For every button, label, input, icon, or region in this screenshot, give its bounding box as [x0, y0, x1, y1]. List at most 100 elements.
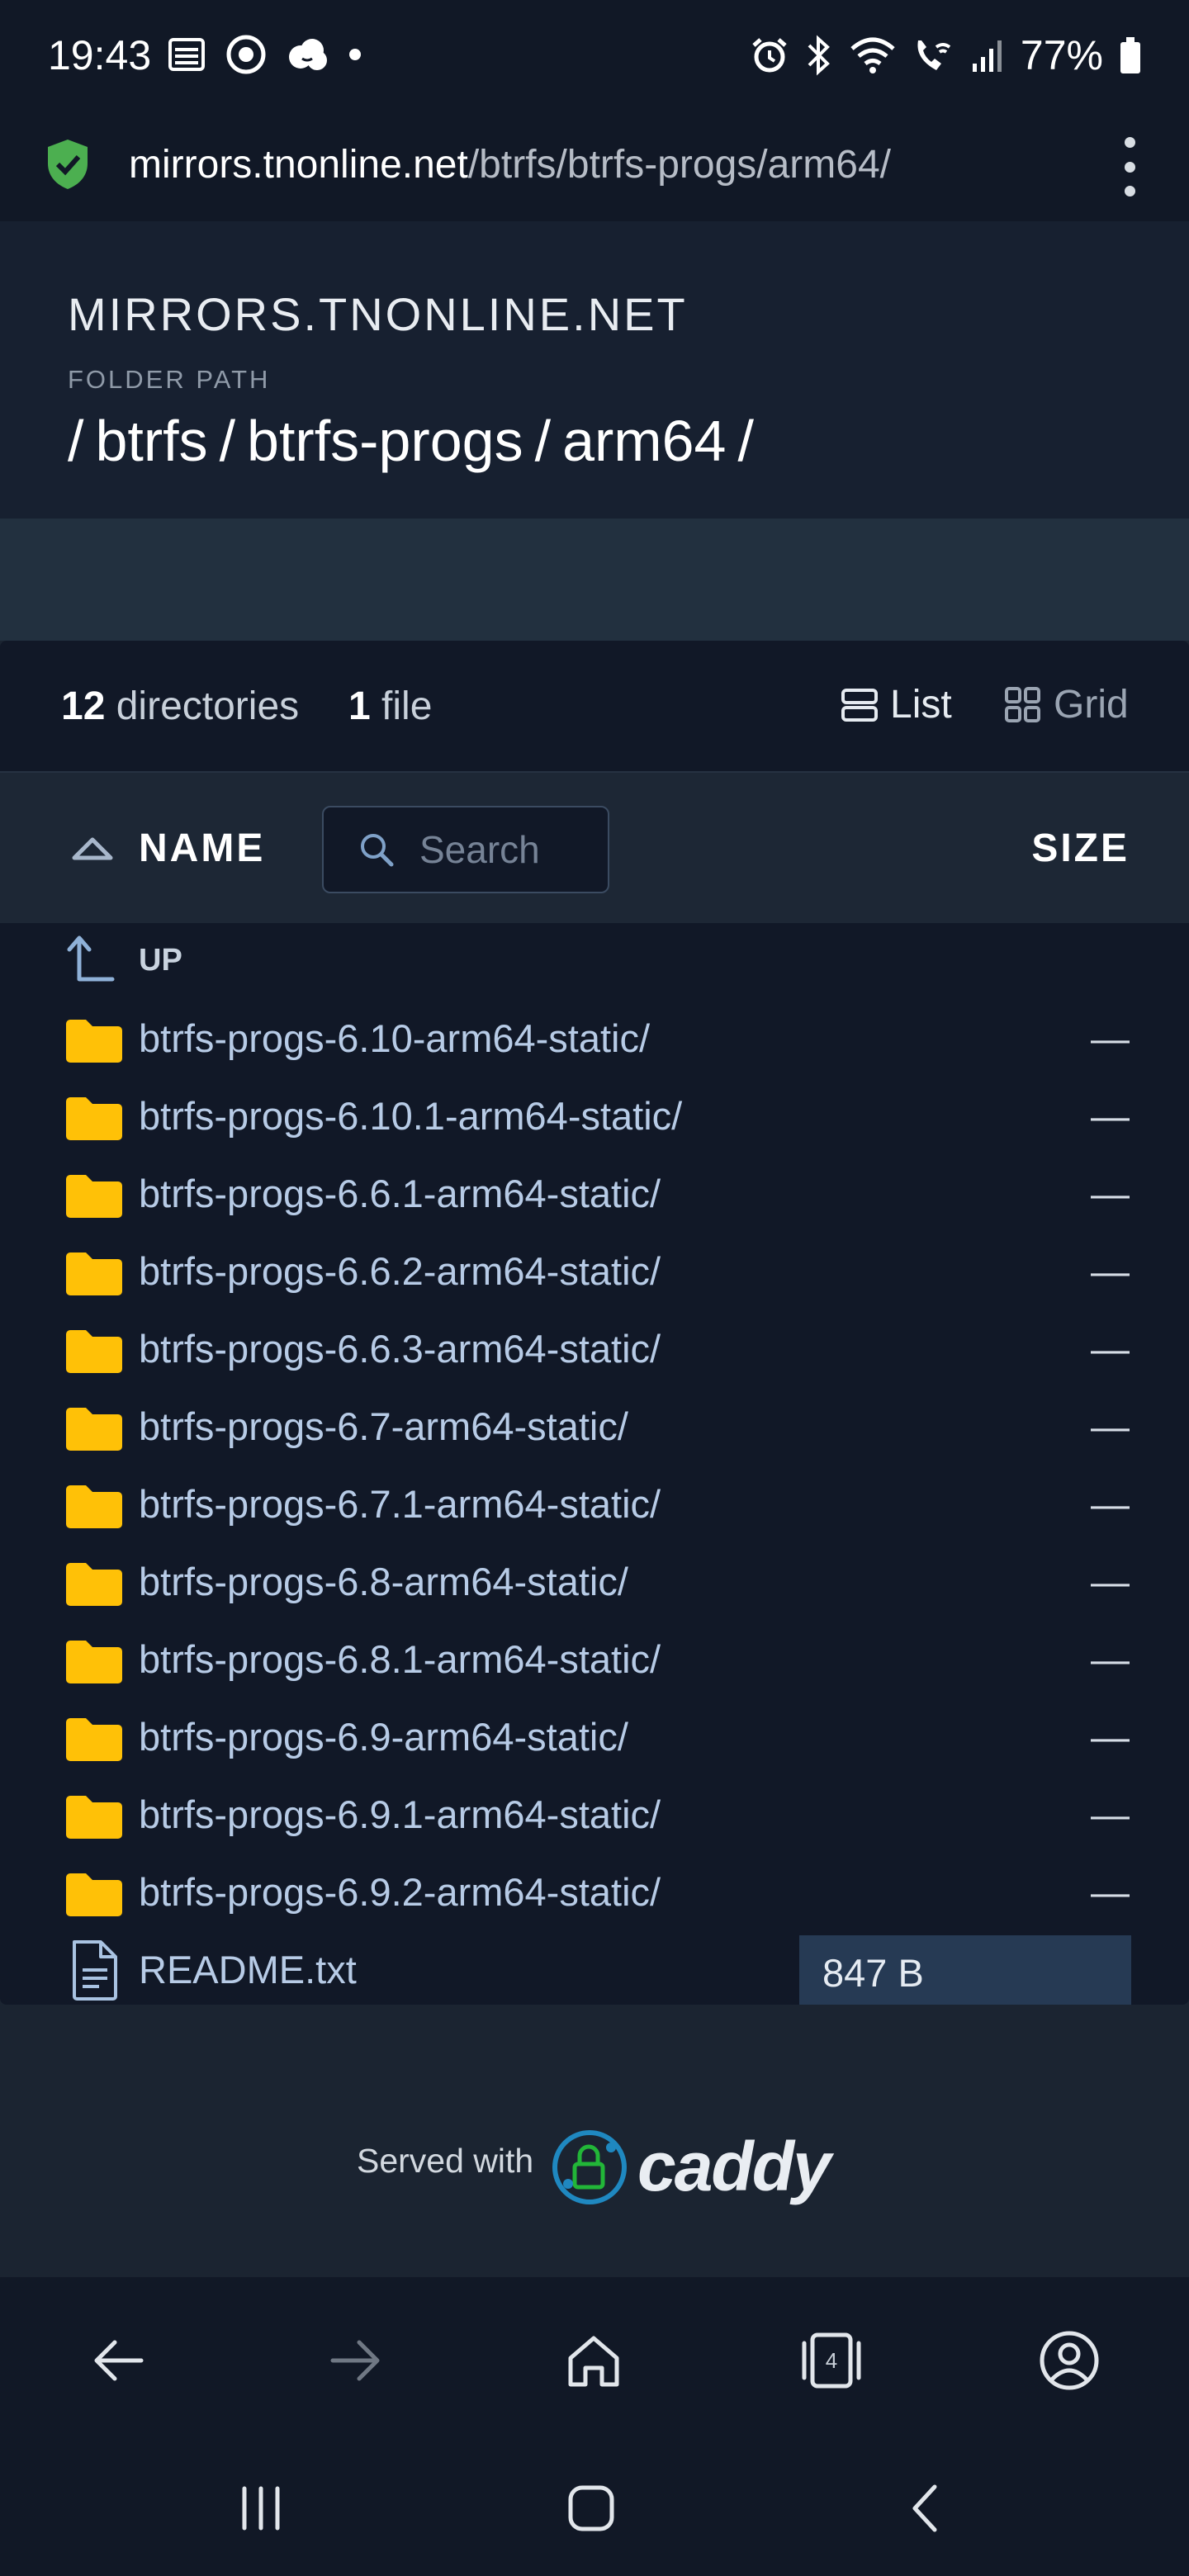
- directory-row[interactable]: btrfs-progs-6.8.1-arm64-static/ —: [0, 1622, 1189, 1699]
- directory-row[interactable]: btrfs-progs-6.9-arm64-static/ —: [0, 1699, 1189, 1777]
- cloud-icon: [289, 39, 327, 70]
- arrow-right-icon: [330, 2340, 380, 2381]
- list-view-label: List: [890, 683, 952, 727]
- home-icon: [568, 2336, 619, 2387]
- home-button[interactable]: [557, 2323, 631, 2398]
- directory-link[interactable]: btrfs-progs-6.9.2-arm64-static/: [139, 1869, 661, 1915]
- browser-toolbar: 4: [0, 2277, 1189, 2442]
- folder-icon: [66, 1485, 122, 1528]
- directory-link[interactable]: btrfs-progs-6.8-arm64-static/: [139, 1559, 628, 1604]
- directory-row[interactable]: btrfs-progs-6.9.2-arm64-static/ —: [0, 1854, 1189, 1932]
- size-value: —: [1091, 1327, 1130, 1371]
- home-square-icon: [568, 2485, 614, 2531]
- directory-link[interactable]: btrfs-progs-6.6.2-arm64-static/: [139, 1248, 661, 1294]
- status-right-icons: 77%: [750, 31, 1143, 79]
- grid-view-button[interactable]: Grid: [1004, 682, 1129, 727]
- directory-link[interactable]: btrfs-progs-6.10-arm64-static/: [139, 1016, 650, 1061]
- url-path: /btrfs/btrfs-progs/arm64/: [467, 143, 891, 187]
- tab-count: 4: [825, 2347, 838, 2373]
- served-with-text: Served with: [357, 2142, 534, 2180]
- folder-path-label: FOLDER PATH: [68, 365, 271, 394]
- directory-row[interactable]: btrfs-progs-6.9.1-arm64-static/ —: [0, 1777, 1189, 1854]
- parent-directory-link[interactable]: UP: [0, 923, 1189, 1001]
- directory-row[interactable]: btrfs-progs-6.8-arm64-static/ —: [0, 1544, 1189, 1622]
- circle-icon: [226, 35, 266, 74]
- folder-icon: [66, 1408, 122, 1451]
- bluetooth-icon: [808, 35, 830, 76]
- forward-button[interactable]: [319, 2323, 393, 2398]
- size-column-header[interactable]: SIZE: [1031, 826, 1130, 871]
- account-button[interactable]: [1032, 2323, 1106, 2398]
- folder-icon: [66, 1718, 122, 1761]
- url-text[interactable]: mirrors.tnonline.net/btrfs/btrfs-progs/a…: [129, 142, 891, 187]
- status-bar: 19:43 77%: [0, 0, 1189, 111]
- back-system-button[interactable]: [883, 2475, 966, 2541]
- wifi-icon: [850, 37, 895, 73]
- directory-row[interactable]: btrfs-progs-6.7.1-arm64-static/ —: [0, 1466, 1189, 1544]
- search-input[interactable]: [419, 827, 601, 872]
- folder-icon: [66, 1175, 122, 1218]
- directory-link[interactable]: btrfs-progs-6.10.1-arm64-static/: [139, 1093, 682, 1139]
- size-value: —: [1091, 1637, 1130, 1681]
- up-label: UP: [139, 943, 182, 978]
- status-left-icons: [165, 33, 363, 76]
- directory-link[interactable]: btrfs-progs-6.6.3-arm64-static/: [139, 1326, 661, 1371]
- shield-check-icon[interactable]: [45, 137, 91, 192]
- summary-row: 12 directories 1 file List Grid: [0, 641, 1189, 773]
- directory-row[interactable]: btrfs-progs-6.6.3-arm64-static/ —: [0, 1311, 1189, 1389]
- directory-link[interactable]: btrfs-progs-6.7.1-arm64-static/: [139, 1481, 661, 1527]
- breadcrumb-link-btrfs-progs[interactable]: btrfs-progs: [247, 409, 523, 473]
- listing-panel: 12 directories 1 file List Grid NAME Sea…: [0, 641, 1189, 2006]
- directory-link[interactable]: btrfs-progs-6.7-arm64-static/: [139, 1404, 628, 1449]
- size-value: —: [1091, 1172, 1130, 1215]
- caddy-logo[interactable]: caddy: [552, 2127, 831, 2207]
- breadcrumb-sep: /: [219, 409, 236, 473]
- directory-link[interactable]: btrfs-progs-6.6.1-arm64-static/: [139, 1171, 661, 1216]
- header-band: [0, 519, 1189, 641]
- grid-view-label: Grid: [1054, 683, 1129, 727]
- arrow-left-icon: [94, 2340, 144, 2381]
- text-file-icon: [73, 1940, 117, 2001]
- recent-apps-button[interactable]: [220, 2475, 302, 2541]
- tabs-button[interactable]: 4: [794, 2323, 869, 2398]
- size-value: —: [1091, 1792, 1130, 1836]
- list-view-button[interactable]: List: [841, 682, 952, 727]
- folder-icon: [66, 1563, 122, 1606]
- size-value: —: [1091, 1870, 1130, 1914]
- caddy-wordmark: caddy: [637, 2128, 831, 2205]
- file-list: btrfs-progs-6.10-arm64-static/ — btrfs-p…: [0, 1001, 1189, 2010]
- footer: Served with caddy: [0, 2005, 1189, 2277]
- directory-link[interactable]: btrfs-progs-6.9.1-arm64-static/: [139, 1792, 661, 1837]
- list-icon: [841, 688, 878, 722]
- signal-icon: [972, 40, 1002, 72]
- directory-row[interactable]: btrfs-progs-6.7-arm64-static/ —: [0, 1389, 1189, 1466]
- url-host: mirrors.tnonline.net: [129, 143, 468, 187]
- directory-row[interactable]: btrfs-progs-6.6.1-arm64-static/ —: [0, 1156, 1189, 1234]
- directory-row[interactable]: btrfs-progs-6.6.2-arm64-static/ —: [0, 1234, 1189, 1311]
- file-count: 1 file: [348, 684, 433, 728]
- directory-link[interactable]: btrfs-progs-6.8.1-arm64-static/: [139, 1636, 661, 1682]
- size-value: —: [1091, 1094, 1130, 1138]
- breadcrumb-sep: /: [534, 409, 552, 473]
- grid-icon: [1005, 686, 1040, 722]
- wifi-calling-icon: [917, 40, 951, 70]
- directory-link[interactable]: btrfs-progs-6.9-arm64-static/: [139, 1714, 628, 1759]
- file-link[interactable]: README.txt: [139, 1947, 357, 1992]
- breadcrumb-link-btrfs[interactable]: btrfs: [95, 409, 207, 473]
- folder-icon: [66, 1641, 122, 1683]
- directory-row[interactable]: btrfs-progs-6.10.1-arm64-static/ —: [0, 1078, 1189, 1156]
- search-box[interactable]: [322, 806, 609, 893]
- back-button[interactable]: [81, 2323, 155, 2398]
- breadcrumb-link-arm64[interactable]: arm64: [562, 409, 726, 473]
- address-bar[interactable]: mirrors.tnonline.net/btrfs/btrfs-progs/a…: [0, 111, 1189, 221]
- file-row[interactable]: README.txt 847 B: [0, 1932, 1189, 2010]
- breadcrumb-sep: /: [68, 409, 84, 473]
- folder-icon: [66, 1796, 122, 1839]
- recent-apps-icon: [242, 2486, 280, 2531]
- more-options-icon[interactable]: [1120, 137, 1139, 197]
- home-system-button[interactable]: [550, 2475, 632, 2541]
- sort-by-name-button[interactable]: NAME: [71, 826, 265, 871]
- directory-row[interactable]: btrfs-progs-6.10-arm64-static/ —: [0, 1001, 1189, 1078]
- chevron-left-icon: [912, 2484, 937, 2532]
- battery-icon: [1120, 37, 1140, 73]
